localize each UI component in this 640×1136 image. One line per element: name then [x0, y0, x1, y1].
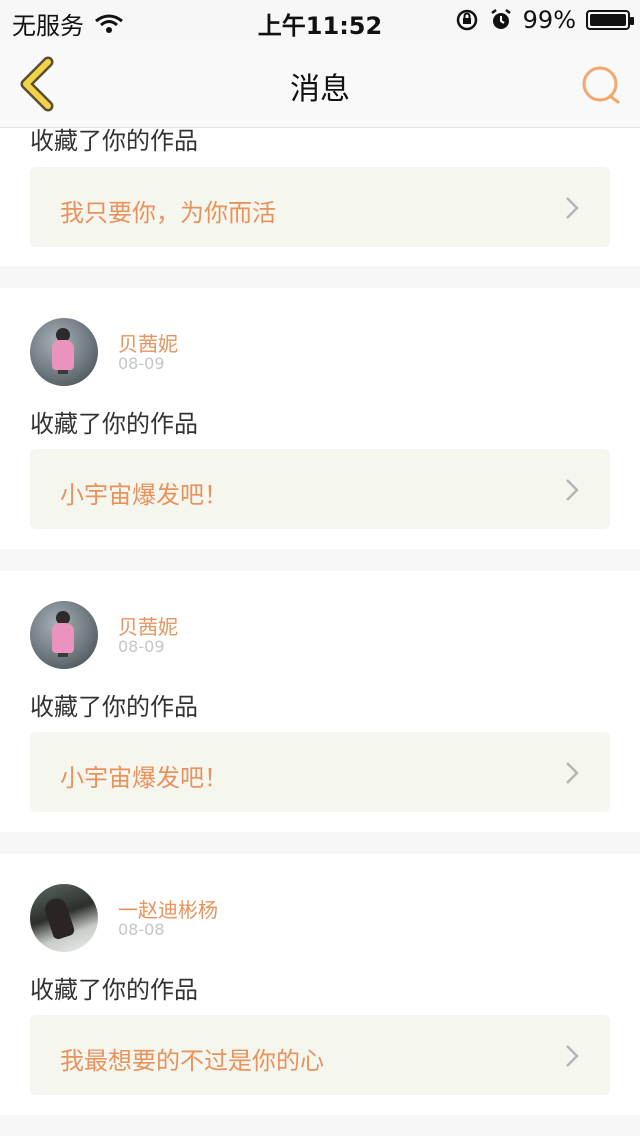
chevron-right-icon	[566, 479, 579, 501]
battery-percent: 99%	[522, 6, 576, 34]
message-date: 08-09	[118, 354, 165, 373]
message-card: 一赵迪彬杨 08-08 收藏了你的作品 我最想要的不过是你的心	[0, 854, 640, 1115]
work-link[interactable]: 小宇宙爆发吧！	[30, 449, 610, 529]
message-action-text: 收藏了你的作品	[30, 128, 198, 155]
battery-fill	[590, 14, 626, 26]
work-link[interactable]: 我最想要的不过是你的心	[30, 1015, 610, 1095]
battery-icon	[586, 10, 634, 30]
username[interactable]: 一赵迪彬杨	[118, 894, 218, 923]
work-title: 小宇宙爆发吧！	[60, 481, 228, 509]
status-right: 99%	[455, 6, 634, 34]
avatar[interactable]	[30, 601, 98, 669]
nav-bar: 消息	[0, 40, 640, 128]
message-list[interactable]: 收藏了你的作品 我只要你，为你而活 贝茜妮 08-09 收藏了你的作品 小宇宙爆…	[0, 128, 640, 1136]
avatar[interactable]	[30, 318, 98, 386]
screen: 无服务 上午11:52 99% 消息 收藏了你的作品 我只要你，为你而活 贝茜妮…	[0, 0, 640, 1136]
message-action-text: 收藏了你的作品	[30, 410, 198, 438]
message-action-text: 收藏了你的作品	[30, 976, 198, 1004]
username[interactable]: 贝茜妮	[118, 328, 178, 357]
message-card: 贝茜妮 08-09 收藏了你的作品 小宇宙爆发吧！	[0, 288, 640, 549]
alarm-icon	[490, 9, 511, 29]
message-card: 收藏了你的作品 我只要你，为你而活	[0, 128, 640, 266]
message-action-text: 收藏了你的作品	[30, 693, 198, 721]
message-date: 08-09	[118, 637, 165, 656]
work-link[interactable]: 我只要你，为你而活	[30, 167, 610, 247]
avatar[interactable]	[30, 884, 98, 952]
message-date: 08-08	[118, 920, 165, 939]
username[interactable]: 贝茜妮	[118, 611, 178, 640]
work-link[interactable]: 小宇宙爆发吧！	[30, 732, 610, 812]
work-title: 我只要你，为你而活	[60, 199, 276, 227]
search-icon[interactable]	[580, 64, 622, 106]
status-bar: 无服务 上午11:52 99%	[0, 0, 640, 40]
chevron-right-icon	[566, 1045, 579, 1067]
work-title: 我最想要的不过是你的心	[60, 1047, 324, 1075]
orientation-lock-icon	[456, 9, 477, 31]
page-title: 消息	[290, 72, 350, 107]
chevron-right-icon	[566, 762, 579, 784]
work-title: 小宇宙爆发吧！	[60, 764, 228, 792]
chevron-right-icon	[566, 197, 579, 219]
message-card: 贝茜妮 08-09 收藏了你的作品 小宇宙爆发吧！	[0, 571, 640, 832]
